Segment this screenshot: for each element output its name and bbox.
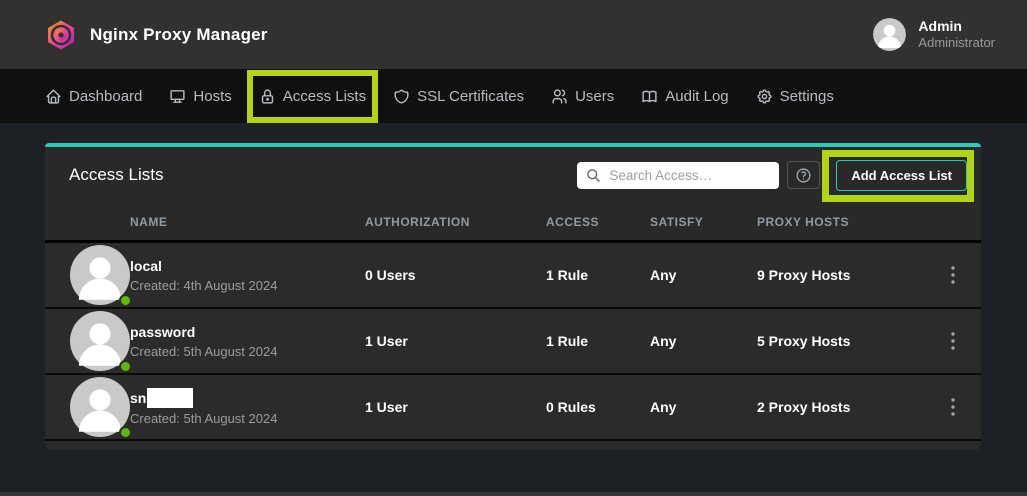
user-name: Admin [918, 18, 995, 35]
nav-item-audit-log[interactable]: Audit Log [641, 88, 728, 105]
authorization-cell: 0 Users [365, 267, 546, 283]
row-actions-menu-button[interactable] [940, 328, 966, 354]
search-input[interactable] [609, 168, 770, 183]
nav-item-users[interactable]: Users [551, 88, 614, 105]
nav-item-ssl-certificates[interactable]: SSL Certificates [393, 88, 524, 105]
app-logo-icon [45, 19, 77, 51]
column-header-authorization: AUTHORIZATION [365, 215, 546, 229]
row-avatar-cell [45, 311, 130, 371]
redaction-box [147, 388, 193, 408]
status-dot [119, 426, 132, 439]
nav-item-hosts[interactable]: Hosts [169, 88, 231, 105]
table-header-row: NAME AUTHORIZATION ACCESS SATISFY PROXY … [45, 203, 981, 243]
created-date: Created: 5th August 2024 [130, 411, 365, 426]
nav-item-access-lists[interactable]: Access Lists [259, 88, 366, 105]
page-title: Access Lists [69, 165, 163, 185]
add-access-list-button[interactable]: Add Access List [836, 160, 967, 191]
access-lists-panel: Access Lists Add Access List NAME AUTHOR… [45, 143, 981, 450]
table-row: local Created: 4th August 2024 0 Users 1… [45, 243, 981, 309]
proxy-hosts-cell: 5 Proxy Hosts [757, 333, 925, 349]
row-avatar-cell [45, 377, 130, 437]
access-list-name: local [130, 257, 162, 275]
panel-header: Access Lists Add Access List [45, 147, 981, 203]
column-header-name: NAME [130, 215, 365, 229]
nav-label: Dashboard [69, 88, 142, 105]
access-cell: 1 Rule [546, 333, 650, 349]
window-bottom-edge [0, 492, 1027, 496]
kebab-icon [951, 332, 955, 350]
nav-label: Access Lists [283, 88, 366, 105]
nav-label: Settings [780, 88, 834, 105]
name-cell: sn Created: 5th August 2024 [130, 388, 365, 426]
kebab-icon [951, 266, 955, 284]
table-row: sn Created: 5th August 2024 1 User 0 Rul… [45, 375, 981, 441]
nav-label: SSL Certificates [417, 88, 524, 105]
row-actions-menu-button[interactable] [940, 262, 966, 288]
search-icon [586, 168, 601, 183]
app-title: Nginx Proxy Manager [90, 25, 268, 45]
panel-bottom-padding [45, 441, 981, 450]
proxy-hosts-cell: 9 Proxy Hosts [757, 267, 925, 283]
nav-item-dashboard[interactable]: Dashboard [45, 88, 142, 105]
created-date: Created: 4th August 2024 [130, 278, 365, 293]
help-button[interactable] [787, 161, 820, 189]
shield-icon [393, 88, 410, 105]
app-header: Nginx Proxy Manager Admin Administrator [0, 0, 1027, 69]
users-icon [551, 88, 568, 105]
help-icon [795, 167, 812, 184]
monitor-icon [169, 88, 186, 105]
row-actions-menu-button[interactable] [940, 394, 966, 420]
access-list-name: password [130, 323, 195, 341]
proxy-hosts-cell: 2 Proxy Hosts [757, 399, 925, 415]
name-cell: local Created: 4th August 2024 [130, 257, 365, 293]
lock-icon [259, 88, 276, 105]
row-avatar-cell [45, 245, 130, 305]
brand: Nginx Proxy Manager [45, 19, 268, 51]
access-cell: 0 Rules [546, 399, 650, 415]
column-header-satisfy: SATISFY [650, 215, 757, 229]
status-dot [119, 360, 132, 373]
kebab-icon [951, 398, 955, 416]
panel-actions: Add Access List [577, 160, 967, 191]
nav-item-settings[interactable]: Settings [756, 88, 834, 105]
satisfy-cell: Any [650, 399, 757, 415]
authorization-cell: 1 User [365, 399, 546, 415]
column-header-access: ACCESS [546, 215, 650, 229]
book-icon [641, 88, 658, 105]
gear-icon [756, 88, 773, 105]
access-cell: 1 Rule [546, 267, 650, 283]
user-role: Administrator [918, 35, 995, 51]
nav-label: Hosts [193, 88, 231, 105]
main-nav: Dashboard Hosts Access Lists SSL Certifi… [0, 69, 1027, 123]
user-avatar [873, 18, 906, 51]
satisfy-cell: Any [650, 333, 757, 349]
authorization-cell: 1 User [365, 333, 546, 349]
satisfy-cell: Any [650, 267, 757, 283]
access-list-name: sn [130, 389, 146, 407]
column-header-proxy-hosts: PROXY HOSTS [757, 215, 925, 229]
nav-label: Users [575, 88, 614, 105]
nav-label: Audit Log [665, 88, 728, 105]
table-row: password Created: 5th August 2024 1 User… [45, 309, 981, 375]
home-icon [45, 88, 62, 105]
user-menu[interactable]: Admin Administrator [873, 18, 995, 51]
name-cell: password Created: 5th August 2024 [130, 323, 365, 359]
status-dot [119, 294, 132, 307]
search-box [577, 162, 779, 189]
created-date: Created: 5th August 2024 [130, 344, 365, 359]
